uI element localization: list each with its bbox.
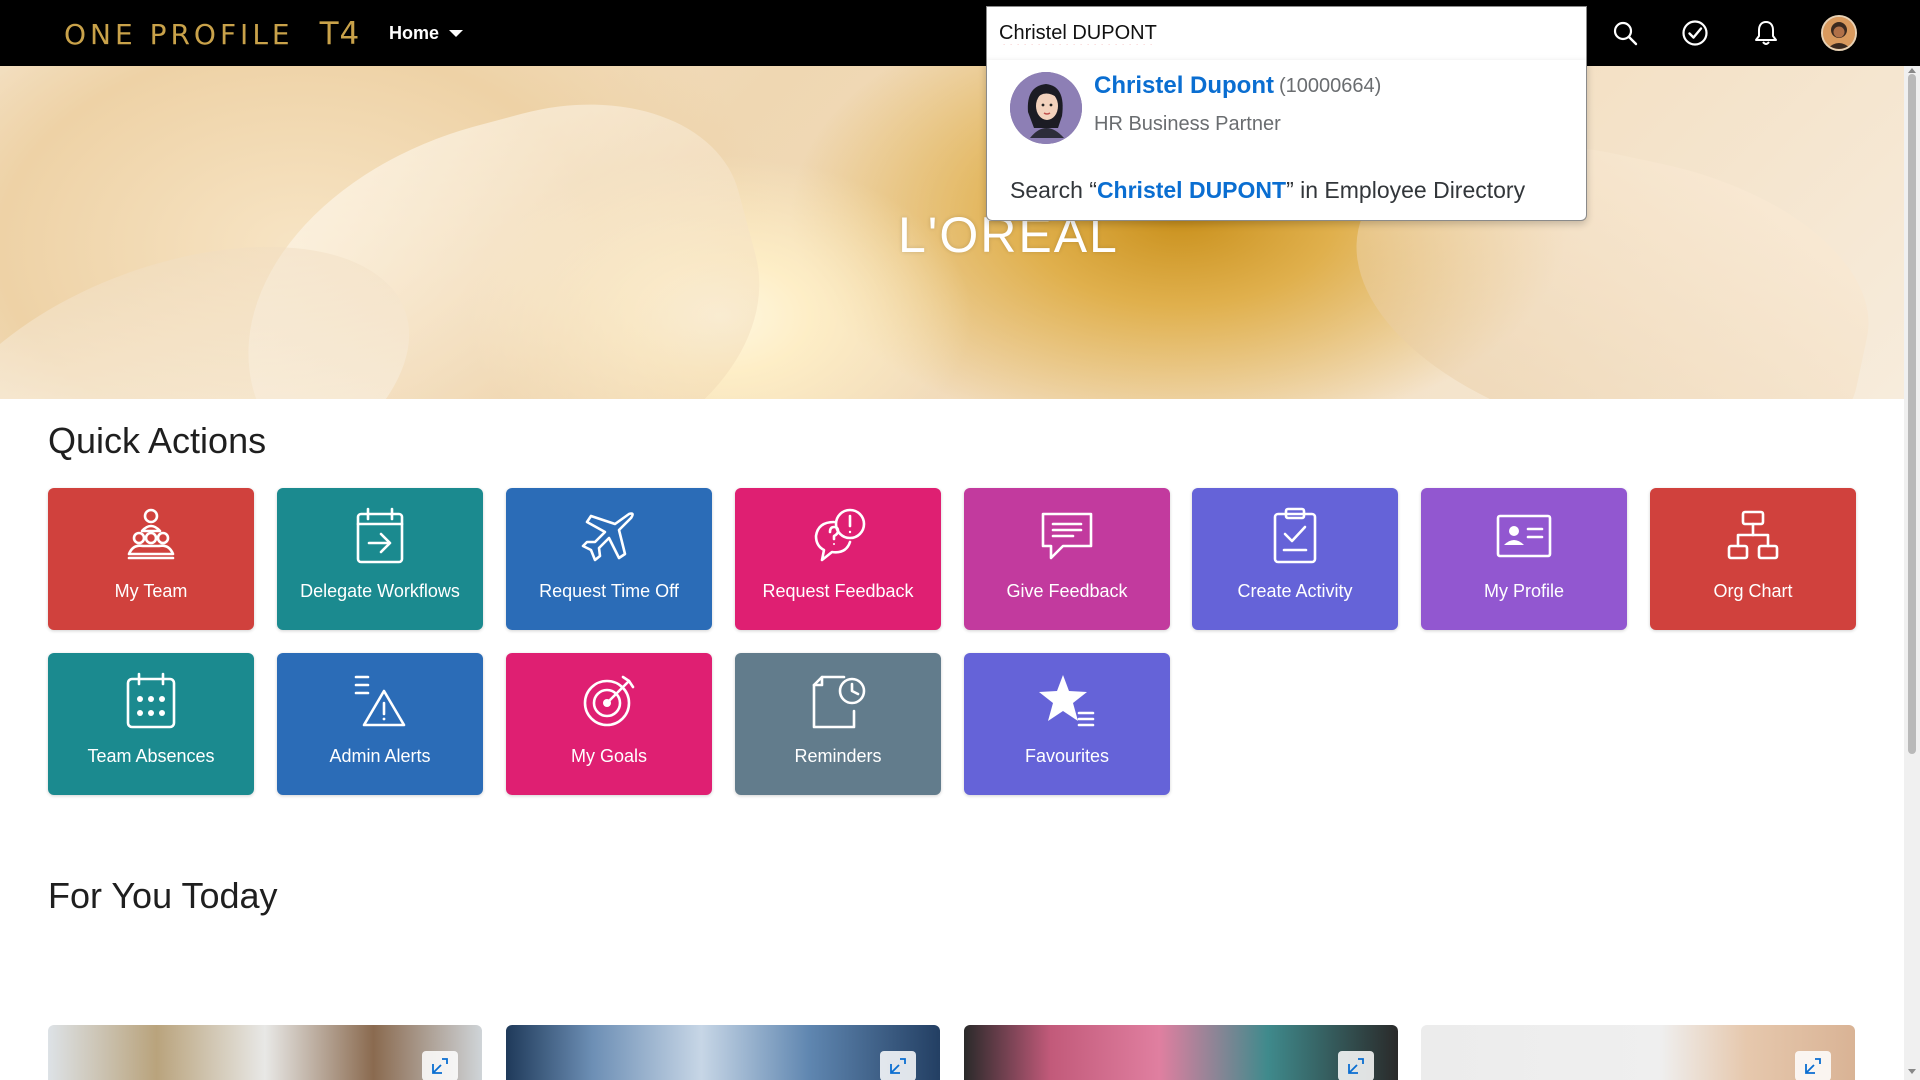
directory-query: Christel DUPONT (1096, 177, 1287, 203)
reminder-icon (735, 669, 941, 733)
expand-icon[interactable] (880, 1051, 916, 1080)
home-menu-label: Home (389, 22, 440, 43)
tile-label: My Profile (1483, 581, 1564, 601)
tile-label: Reminders (794, 746, 882, 766)
expand-icon[interactable] (1338, 1051, 1374, 1080)
clipboard-check-icon (1192, 504, 1398, 568)
tile-label: Give Feedback (1006, 581, 1128, 601)
tile-label: Org Chart (1713, 581, 1793, 601)
search-employee-directory-link[interactable]: Search “Christel DUPONT” in Employee Dir… (1010, 177, 1525, 204)
tile-my-goals[interactable]: My Goals (506, 653, 712, 795)
tile-label: Admin Alerts (329, 746, 431, 766)
hero-banner: L'ORÉAL (0, 66, 1905, 399)
search-box (986, 6, 1587, 60)
expand-icon[interactable] (1795, 1051, 1831, 1080)
tile-give-feedback[interactable]: Give Feedback (964, 488, 1170, 630)
brand-logo[interactable]: ONE PROFILE T4 (64, 14, 360, 54)
tile-request-time-off[interactable]: Request Time Off (506, 488, 712, 630)
for-you-card[interactable] (48, 1025, 482, 1080)
tasks-check-icon[interactable] (1678, 16, 1712, 50)
feedback-request-icon (735, 504, 941, 568)
caret-down-icon (449, 29, 464, 37)
star-list-icon (964, 669, 1170, 733)
search-suggestions: Christel Dupont (10000664) HR Business P… (986, 60, 1587, 221)
notification-bell-icon[interactable] (1749, 16, 1783, 50)
for-you-card[interactable] (506, 1025, 940, 1080)
for-you-card[interactable] (964, 1025, 1398, 1080)
tile-label: My Goals (570, 746, 648, 766)
tile-label: My Team (114, 581, 188, 601)
id-card-icon (1421, 504, 1627, 568)
tile-create-activity[interactable]: Create Activity (1192, 488, 1398, 630)
result-avatar[interactable] (1010, 72, 1082, 144)
tile-favourites[interactable]: Favourites (964, 653, 1170, 795)
tile-label: Request Time Off (539, 581, 679, 601)
tile-label: Delegate Workflows (300, 581, 460, 601)
search-icon[interactable] (1608, 16, 1642, 50)
tile-label: Create Activity (1237, 581, 1353, 601)
tile-my-profile[interactable]: My Profile (1421, 488, 1627, 630)
alert-list-icon (277, 669, 483, 733)
tile-label: Favourites (1024, 746, 1110, 766)
scroll-up-arrow-icon[interactable] (1908, 68, 1916, 73)
result-job-title: HR Business Partner (1094, 113, 1281, 135)
tile-request-feedback[interactable]: Request Feedback (735, 488, 941, 630)
airplane-icon (506, 504, 712, 568)
tile-admin-alerts[interactable]: Admin Alerts (277, 653, 483, 795)
tile-delegate-workflows[interactable]: Delegate Workflows (277, 488, 483, 630)
tile-reminders[interactable]: Reminders (735, 653, 941, 795)
user-avatar[interactable] (1821, 15, 1857, 51)
for-you-card[interactable] (1421, 1025, 1855, 1080)
result-name-link[interactable]: Christel Dupont (1094, 72, 1274, 100)
team-icon (48, 504, 254, 568)
calendar-forward-icon (277, 504, 483, 568)
tile-label: Request Feedback (762, 581, 914, 601)
home-menu-button[interactable]: Home (389, 18, 464, 48)
page-scrollbar[interactable] (1904, 66, 1920, 1080)
quick-actions-title: Quick Actions (48, 420, 267, 461)
scrollbar-thumb[interactable] (1908, 74, 1916, 754)
expand-icon[interactable] (422, 1051, 458, 1080)
tile-team-absences[interactable]: Team Absences (48, 653, 254, 795)
org-chart-icon (1650, 504, 1856, 568)
search-input[interactable] (987, 7, 1586, 60)
tile-org-chart[interactable]: Org Chart (1650, 488, 1856, 630)
calendar-grid-icon (48, 669, 254, 733)
tile-my-team[interactable]: My Team (48, 488, 254, 630)
brand-name: ONE PROFILE (64, 17, 294, 51)
directory-prefix: Search “ (1010, 177, 1097, 203)
scroll-down-arrow-icon[interactable] (1908, 1069, 1916, 1074)
directory-suffix: ” in Employee Directory (1286, 177, 1526, 203)
message-icon (964, 504, 1170, 568)
for-you-today-title: For You Today (48, 875, 278, 916)
brand-suffix: T4 (319, 16, 361, 52)
target-icon (506, 669, 712, 733)
tile-label: Team Absences (87, 746, 215, 766)
result-employee-id: (10000664) (1279, 75, 1382, 97)
top-bar: ONE PROFILE T4 Home (0, 0, 1920, 66)
